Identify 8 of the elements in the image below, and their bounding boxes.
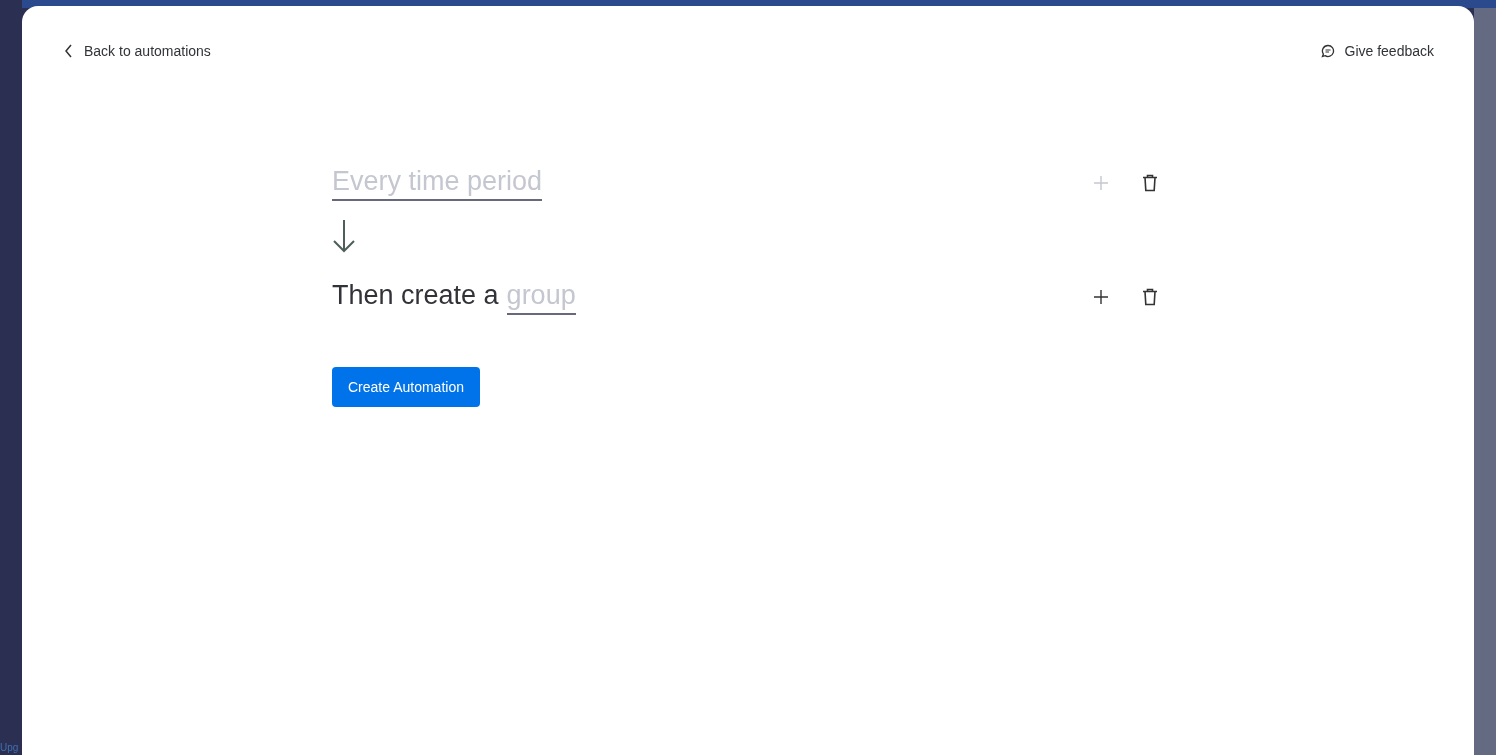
chat-bubble-icon — [1320, 44, 1335, 58]
upgrade-text: Upg — [0, 742, 19, 755]
recipe-text: Then create a — [332, 279, 499, 311]
down-arrow-icon — [332, 219, 356, 253]
back-link[interactable]: Back to automations — [64, 43, 211, 59]
create-automation-button[interactable]: Create Automation — [332, 367, 480, 407]
chevron-left-icon — [64, 44, 74, 58]
feedback-link[interactable]: Give feedback — [1320, 43, 1434, 59]
